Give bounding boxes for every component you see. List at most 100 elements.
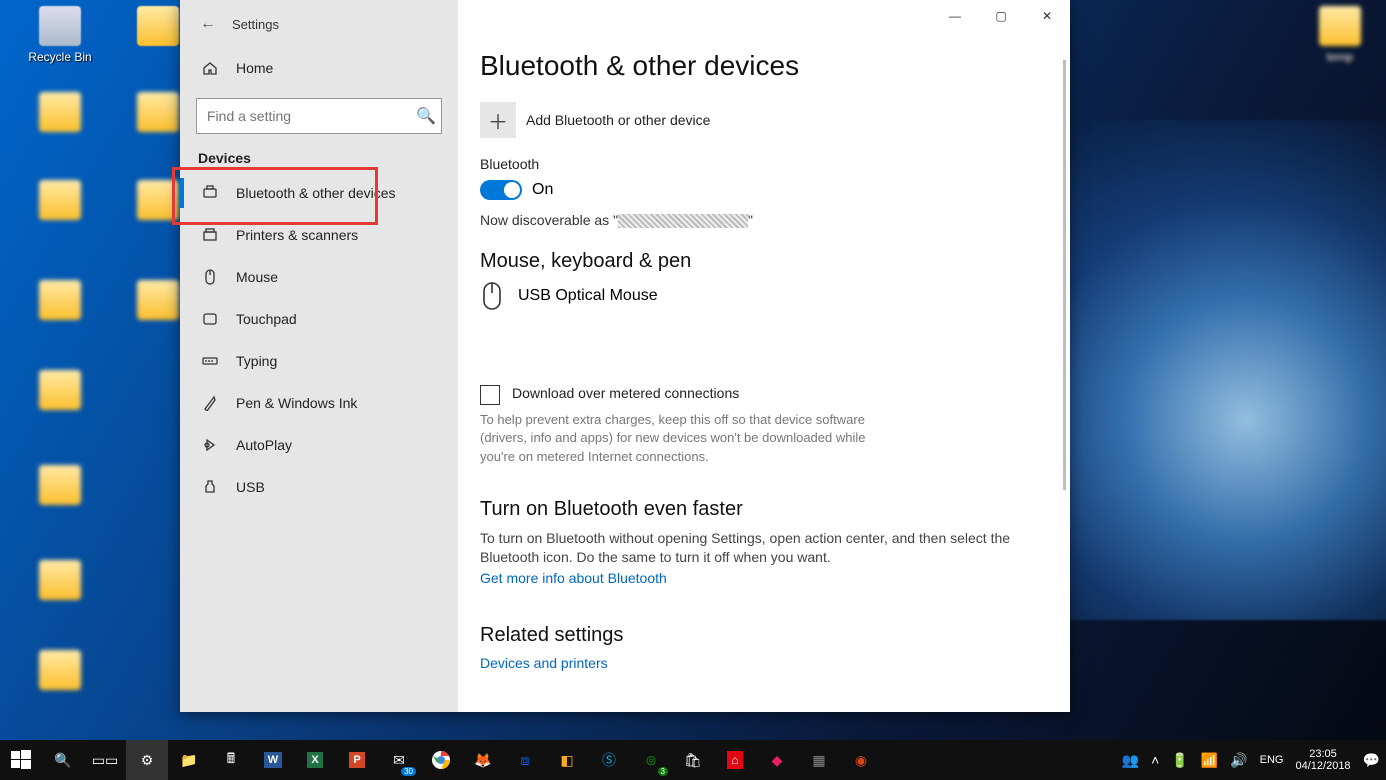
nav-item-typing[interactable]: Typing [180, 340, 458, 382]
nav-item-bluetooth-other-devices[interactable]: Bluetooth & other devices [180, 172, 458, 214]
folder-icon [39, 650, 81, 690]
word-icon: W [264, 752, 282, 768]
nav-item-printers-scanners[interactable]: Printers & scanners [180, 214, 458, 256]
taskbar-app4[interactable]: ◉ [840, 740, 882, 780]
desktop-icon[interactable]: temp [1300, 6, 1380, 64]
add-device-button[interactable]: ＋ Add Bluetooth or other device [480, 102, 1040, 138]
desktop-icon[interactable] [20, 370, 100, 414]
related-heading: Related settings [480, 624, 1040, 647]
nav-group-title: Devices [180, 146, 458, 172]
metered-label: Download over metered connections [512, 385, 739, 401]
taskbar-avira[interactable]: ⌂ [714, 740, 756, 780]
settings-nav: ← Settings Home 🔍 Devices Bluetooth & ot… [180, 0, 458, 712]
tray-overflow[interactable]: ˄ [1145, 740, 1165, 780]
folder-icon: 📁 [180, 752, 197, 769]
taskbar-word[interactable]: W [252, 740, 294, 780]
task-view-button[interactable]: ▭▭ [84, 740, 126, 780]
taskbar-store[interactable]: 🛍 [672, 740, 714, 780]
nav-icon [202, 353, 218, 369]
nav-home[interactable]: Home [180, 48, 458, 88]
fast-heading: Turn on Bluetooth even faster [480, 498, 1040, 521]
nav-item-mouse[interactable]: Mouse [180, 256, 458, 298]
taskbar-app3[interactable]: ▦ [798, 740, 840, 780]
titlebar: ← Settings [180, 0, 458, 48]
metered-checkbox-row: Download over metered connections [480, 385, 1040, 405]
desktop-icon[interactable] [20, 280, 100, 324]
taskbar-mail[interactable]: ✉30 [378, 740, 420, 780]
desktop-icon[interactable]: Recycle Bin [20, 6, 100, 64]
app-icon: ◧ [560, 752, 573, 769]
taskbar-excel[interactable]: X [294, 740, 336, 780]
desktop-icon[interactable] [20, 465, 100, 509]
nav-icon [202, 227, 218, 243]
wifi-icon: 📶 [1201, 752, 1218, 769]
settings-content: Bluetooth & other devices ＋ Add Bluetoot… [458, 0, 1070, 712]
back-button[interactable]: ← [194, 15, 222, 33]
skype-icon: Ⓢ [602, 750, 616, 770]
recycle-icon [39, 6, 81, 46]
desktop-icon[interactable] [20, 560, 100, 604]
device-row[interactable]: USB Optical Mouse [480, 281, 1040, 311]
nav-item-usb[interactable]: USB [180, 466, 458, 508]
taskbar-powerpoint[interactable]: P [336, 740, 378, 780]
chrome-icon [431, 750, 451, 770]
bluetooth-info-link[interactable]: Get more info about Bluetooth [480, 570, 1040, 586]
taskbar-app2[interactable]: ◆ [756, 740, 798, 780]
taskbar-xbox[interactable]: ⊚3 [630, 740, 672, 780]
taskbar-app1[interactable]: ◧ [546, 740, 588, 780]
search-box[interactable]: 🔍 [196, 98, 442, 134]
search-button[interactable]: 🔍 [42, 740, 84, 780]
folder-icon [39, 465, 81, 505]
tray-volume[interactable]: 🔊 [1224, 740, 1253, 780]
related-link[interactable]: Devices and printers [480, 655, 1040, 671]
discoverable-text: Now discoverable as "" [480, 212, 1040, 228]
home-icon [202, 60, 218, 76]
taskbar-settings[interactable]: ⚙ [126, 740, 168, 780]
discoverable-prefix: Now discoverable as [480, 212, 613, 228]
desktop-icon[interactable] [20, 92, 100, 136]
xbox-icon: ⊚ [645, 752, 657, 769]
excel-icon: X [307, 752, 322, 768]
folder-icon [39, 92, 81, 132]
app3-icon: ▦ [812, 752, 825, 769]
search-input[interactable] [197, 108, 411, 124]
mail-badge: 30 [401, 767, 416, 776]
search-icon: 🔍 [411, 106, 441, 126]
taskbar-dropbox[interactable]: ⧈ [504, 740, 546, 780]
bluetooth-toggle-row: On [480, 180, 1040, 200]
start-button[interactable] [0, 740, 42, 780]
tray-people[interactable]: 👥 [1116, 740, 1145, 780]
gear-icon: ⚙ [141, 752, 154, 769]
scrollbar[interactable] [1063, 60, 1066, 490]
taskbar-calculator[interactable]: 🖩 [210, 740, 252, 780]
tray-action-center[interactable]: 💬 [1357, 740, 1386, 780]
folder-icon [137, 180, 179, 220]
page-title: Bluetooth & other devices [480, 50, 1040, 82]
metered-checkbox[interactable] [480, 385, 500, 405]
taskbar-chrome[interactable] [420, 740, 462, 780]
nav-item-autoplay[interactable]: AutoPlay [180, 424, 458, 466]
taskbar-firefox[interactable]: 🦊 [462, 740, 504, 780]
fast-description: To turn on Bluetooth without opening Set… [480, 529, 1040, 568]
dropbox-icon: ⧈ [521, 752, 530, 769]
tray-battery[interactable]: 🔋 [1165, 740, 1194, 780]
tray-network[interactable]: 📶 [1195, 740, 1224, 780]
taskview-icon: ▭▭ [92, 752, 118, 769]
app4-icon: ◉ [855, 752, 867, 769]
nav-item-touchpad[interactable]: Touchpad [180, 298, 458, 340]
folder-icon [1319, 6, 1361, 46]
battery-icon: 🔋 [1171, 752, 1188, 769]
nav-item-pen-windows-ink[interactable]: Pen & Windows Ink [180, 382, 458, 424]
desktop-icon[interactable] [20, 650, 100, 694]
chevron-up-icon: ˄ [1151, 752, 1159, 768]
nav-label: AutoPlay [236, 437, 292, 453]
desktop-icon[interactable] [20, 180, 100, 224]
nav-icon [202, 479, 218, 495]
tray-clock[interactable]: 23:05 04/12/2018 [1290, 740, 1357, 780]
store-icon: 🛍 [684, 752, 702, 769]
bluetooth-toggle[interactable] [480, 180, 522, 200]
tray-language[interactable]: ENG [1254, 740, 1290, 780]
taskbar-skype[interactable]: Ⓢ [588, 740, 630, 780]
taskbar-file-explorer[interactable]: 📁 [168, 740, 210, 780]
folder-icon [137, 6, 179, 46]
